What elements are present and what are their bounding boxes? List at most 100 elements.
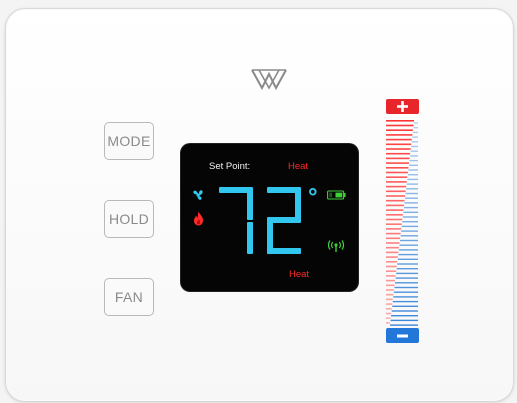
heat-scale-line (386, 275, 396, 277)
heat-scale-line (386, 129, 413, 131)
cool-scale-line (400, 235, 418, 237)
fan-button-label: FAN (114, 289, 144, 305)
heat-scale-line (386, 261, 398, 263)
heat-scale-line (386, 152, 411, 155)
fan-button[interactable]: FAN (104, 278, 154, 316)
cool-scale-line (403, 206, 418, 209)
thermostat-device: MODE HOLD FAN Set Point: Heat 72 ° Heat (5, 8, 514, 402)
cool-scale-line (412, 131, 418, 134)
cool-scale-line (402, 221, 418, 223)
heat-scale-line (386, 308, 392, 310)
cool-scale-line (408, 169, 418, 171)
cool-scale-line (399, 244, 418, 246)
wireless-signal-icon (327, 240, 345, 252)
cool-scale-line (400, 239, 418, 242)
heat-scale-line (386, 237, 401, 240)
set-point-label: Set Point: (209, 161, 251, 172)
battery-icon (327, 190, 346, 200)
decrease-temperature-button[interactable] (386, 328, 419, 343)
cool-scale-line (392, 305, 418, 307)
heat-scale-line (386, 293, 394, 296)
cool-scale-line (393, 296, 418, 298)
cool-scale-line (391, 310, 418, 312)
heat-scale-line (386, 246, 399, 249)
cool-scale-line (398, 249, 418, 251)
cool-scale-line (393, 291, 418, 293)
heat-scale-line (386, 312, 392, 315)
heat-scale-line (386, 167, 409, 169)
heat-scale-line (386, 228, 402, 230)
mode-button-label: MODE (107, 133, 151, 149)
heat-scale-line (386, 195, 406, 197)
lcd-display: Set Point: Heat 72 ° Heat (181, 144, 358, 291)
heat-scale-line (386, 171, 408, 174)
cool-scale-line (394, 286, 418, 289)
set-point-mode: Heat (288, 161, 309, 172)
heat-scale-line (386, 162, 409, 164)
cool-scale-line (410, 155, 418, 157)
cool-scale-line (407, 178, 418, 181)
heat-scale-line (386, 265, 397, 268)
heat-scale-line (386, 214, 403, 216)
cool-scale-line (396, 272, 418, 275)
temperature-value: 72 (216, 186, 218, 187)
cool-scale-line (392, 300, 418, 303)
heat-scale-line (386, 209, 404, 211)
heat-scale-line (386, 317, 391, 319)
cool-scale-line (414, 122, 418, 124)
cool-scale-line (402, 216, 418, 218)
temperature-slider[interactable] (384, 99, 420, 345)
cool-scale-line (411, 141, 418, 143)
heat-scale-line (386, 279, 396, 282)
cool-scale-line (395, 277, 418, 279)
heat-scale-line (386, 270, 397, 272)
cool-scale-line (405, 197, 418, 199)
cool-scale-line (410, 150, 418, 152)
cool-scale-line (411, 145, 418, 148)
cool-scale-line (406, 183, 418, 185)
cool-scale-line (398, 253, 418, 256)
heat-scale-line (386, 218, 403, 221)
heat-scale-line (386, 190, 406, 193)
heat-scale-line (386, 242, 400, 244)
cool-scale-line (390, 319, 418, 322)
cool-scale-line (403, 211, 418, 213)
cool-scale-line (404, 202, 418, 204)
cool-scale-line (407, 174, 418, 176)
cool-scale-line (412, 136, 418, 138)
mode-status: Heat (289, 269, 310, 280)
fan-icon (193, 190, 203, 200)
hold-button-label: HOLD (108, 211, 150, 227)
temperature-display: 72 (216, 186, 301, 254)
heat-scale-line (386, 134, 413, 136)
heat-scale-line (386, 322, 390, 324)
heat-scale-line (386, 303, 393, 305)
degree-symbol: ° (308, 184, 318, 211)
heat-scale-line (386, 251, 399, 254)
cool-scale-line (406, 188, 418, 190)
mode-button[interactable]: MODE (104, 122, 154, 160)
heat-scale-line (386, 138, 412, 141)
heat-scale-line (386, 298, 393, 301)
minus-icon (397, 334, 408, 337)
cool-scale-line (391, 315, 418, 317)
heat-scale-line (386, 204, 404, 207)
cool-scale-line (413, 127, 418, 129)
heat-scale-line (386, 223, 402, 225)
brand-logo (251, 69, 287, 91)
cool-scale-line (395, 282, 418, 284)
heat-scale-line (386, 148, 411, 150)
heat-scale-line (386, 124, 414, 127)
heat-scale-line (386, 232, 401, 235)
flame-icon (194, 211, 203, 226)
increase-temperature-button[interactable] (386, 99, 419, 114)
heat-scale-line (386, 176, 408, 178)
cool-scale-line (401, 230, 418, 232)
heat-scale-line (386, 120, 414, 122)
heat-scale-line (386, 199, 405, 202)
heat-scale-line (386, 143, 412, 146)
hold-button[interactable]: HOLD (104, 200, 154, 238)
cool-scale-line (396, 268, 418, 270)
heat-scale-line (386, 181, 407, 183)
plus-icon (397, 101, 408, 112)
